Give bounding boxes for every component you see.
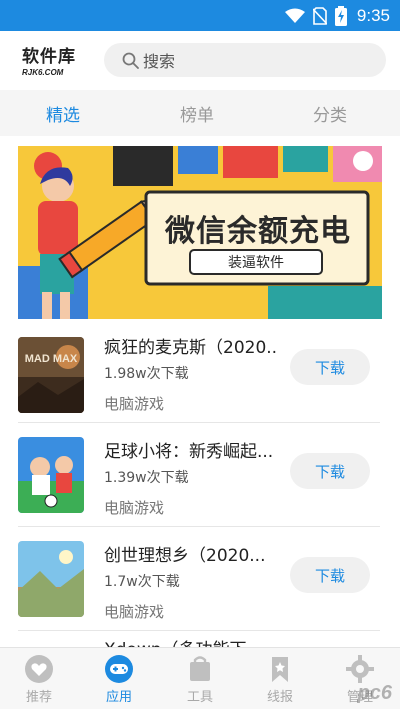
nav-label: 线报 xyxy=(266,690,293,705)
nav-item-news[interactable]: 线报 xyxy=(250,652,310,708)
nav-item-recommend[interactable]: 推荐 xyxy=(9,652,69,708)
nav-label: 工具 xyxy=(186,690,213,705)
app-title: 创世理想乡（2020... xyxy=(104,546,266,566)
app-downloads: 1.39w次下载 xyxy=(104,470,189,486)
bottom-nav: 推荐 应用 工具 线报 管理 pc6 xyxy=(0,647,400,709)
list-item[interactable]: 足球小将：新秀崛起... 1.39w次下载 电脑游戏 下载 xyxy=(0,423,400,527)
status-icons: 9:35 xyxy=(284,5,390,27)
tab-rankings[interactable]: 榜单 xyxy=(180,101,214,126)
search-input[interactable]: 搜索 xyxy=(104,43,386,77)
gear-icon xyxy=(346,655,374,683)
app-category: 电脑游戏 xyxy=(104,603,165,621)
app-category: 电脑游戏 xyxy=(104,499,165,517)
app-category: 电脑游戏 xyxy=(104,395,165,413)
bookmark-icon xyxy=(272,657,288,682)
thumb-title: MAD MAX xyxy=(24,353,78,365)
app-header: 软件库 RJK6.COM 搜索 xyxy=(0,31,400,90)
tab-featured[interactable]: 精选 xyxy=(46,101,80,126)
download-button[interactable]: 下载 xyxy=(290,453,370,489)
app-thumbnail: MAD MAX xyxy=(18,337,84,413)
logo-sub-text: RJK6.COM xyxy=(22,68,64,77)
app-logo[interactable]: 软件库 RJK6.COM xyxy=(22,42,92,82)
app-thumbnail xyxy=(18,541,84,617)
banner-button[interactable]: 装逼软件 xyxy=(190,252,322,272)
bag-icon xyxy=(190,656,210,681)
status-bar: 9:35 xyxy=(0,0,400,31)
download-button[interactable]: 下载 xyxy=(290,349,370,385)
promo-banner[interactable]: 微信余额充电 装逼软件 xyxy=(18,146,382,319)
list-item[interactable]: MAD MAX 疯狂的麦克斯（2020... 1.98w次下载 电脑游戏 下载 xyxy=(0,319,400,423)
nav-item-apps[interactable]: 应用 xyxy=(89,652,149,708)
search-placeholder: 搜索 xyxy=(143,52,176,71)
nav-item-tools[interactable]: 工具 xyxy=(170,652,230,708)
logo-main-text: 软件库 xyxy=(22,47,76,67)
nav-label: 推荐 xyxy=(25,690,52,705)
no-sim-icon xyxy=(312,7,327,25)
app-title: 足球小将：新秀崛起... xyxy=(104,442,274,462)
watermark: pc6 xyxy=(357,682,392,704)
search-icon xyxy=(122,52,139,69)
gamepad-icon xyxy=(105,655,133,683)
app-thumbnail xyxy=(18,437,84,513)
heart-icon xyxy=(25,655,53,683)
status-time: 9:35 xyxy=(356,6,390,25)
battery-charging-icon xyxy=(334,6,347,26)
category-tabs: 精选 榜单 分类 xyxy=(0,90,400,136)
tab-categories[interactable]: 分类 xyxy=(313,101,347,126)
app-downloads: 1.7w次下载 xyxy=(104,574,180,590)
banner-headline: 微信余额充电 xyxy=(165,214,351,249)
wifi-icon xyxy=(284,8,305,23)
nav-label: 应用 xyxy=(105,690,132,705)
app-downloads: 1.98w次下载 xyxy=(104,366,189,382)
list-item[interactable]: 创世理想乡（2020... 1.7w次下载 电脑游戏 下载 xyxy=(0,527,400,631)
download-button[interactable]: 下载 xyxy=(290,557,370,593)
app-title: 疯狂的麦克斯（2020... xyxy=(104,338,276,358)
